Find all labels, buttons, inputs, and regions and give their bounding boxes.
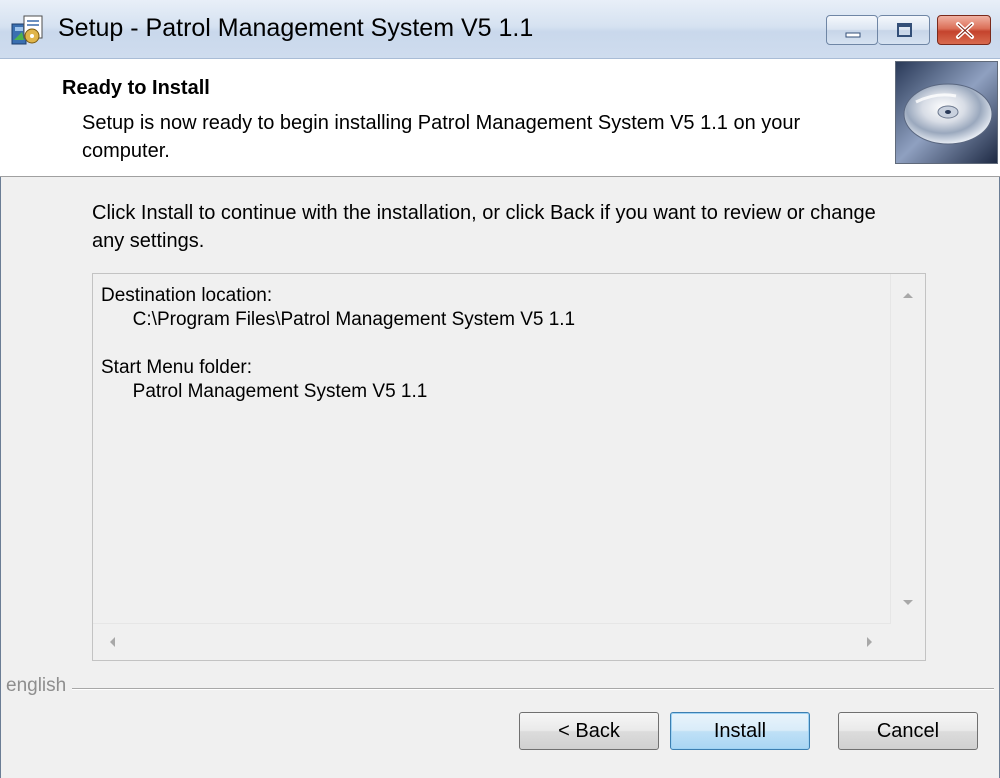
ready-memo[interactable]: Destination location: C:\Program Files\P…: [92, 273, 926, 661]
window-title: Setup - Patrol Management System V5 1.1: [58, 14, 534, 42]
install-button[interactable]: Install: [670, 712, 810, 750]
setup-window: Setup - Patrol Management System V5 1.1 …: [0, 0, 1000, 778]
close-button[interactable]: [937, 15, 991, 45]
minimize-button[interactable]: [826, 15, 878, 45]
back-button[interactable]: < Back: [519, 712, 659, 750]
horizontal-scrollbar[interactable]: [93, 623, 891, 660]
scroll-up-icon[interactable]: [901, 288, 915, 302]
scroll-left-icon[interactable]: [107, 635, 117, 651]
title-bar[interactable]: Setup - Patrol Management System V5 1.1: [0, 0, 1000, 59]
scroll-down-icon[interactable]: [901, 596, 915, 610]
cancel-button[interactable]: Cancel: [838, 712, 978, 750]
maximize-button[interactable]: [878, 15, 930, 45]
instructions-text: Click Install to continue with the insta…: [92, 202, 876, 252]
language-label: english: [6, 675, 73, 697]
vertical-scrollbar[interactable]: [890, 274, 925, 624]
footer-divider: [6, 688, 994, 690]
memo-text: Destination location: C:\Program Files\P…: [101, 285, 576, 402]
scroll-corner: [891, 624, 925, 660]
page-title: Ready to Install: [62, 77, 210, 99]
setup-app-icon[interactable]: [10, 12, 44, 46]
scroll-right-icon[interactable]: [865, 635, 875, 651]
cd-disc-icon: [895, 61, 998, 164]
wizard-content: Click Install to continue with the insta…: [0, 177, 1000, 778]
page-subtitle: Setup is now ready to begin installing P…: [82, 112, 801, 162]
wizard-header: Ready to Install Setup is now ready to b…: [0, 59, 1000, 177]
